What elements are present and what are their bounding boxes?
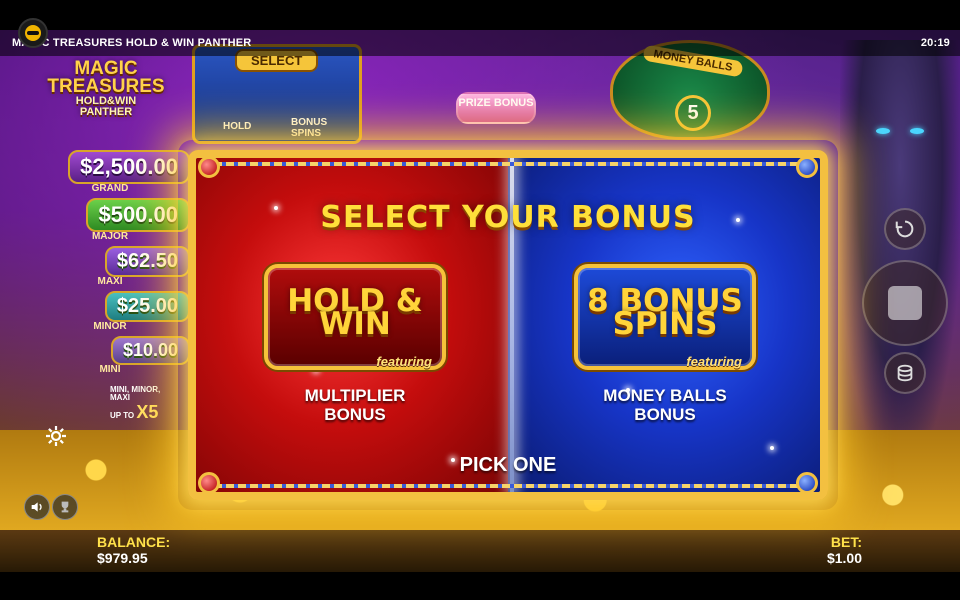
desc-line1: MULTIPLIER [304, 386, 406, 405]
chest-hold-label: HOLD [223, 121, 252, 132]
panther-eye-icon [910, 128, 924, 134]
multiplier-note-upto: UP TO [110, 410, 135, 420]
jackpot-grand: $2,500.00 GRAND [30, 150, 190, 194]
provider-logo [18, 18, 48, 48]
chest-bonus-label: BONUS SPINS [291, 117, 328, 139]
gear-icon [46, 426, 66, 446]
jackpot-label: MINOR [93, 321, 127, 332]
spin-stop-icon [888, 286, 922, 320]
balance-display: BALANCE: $979.95 [97, 534, 170, 566]
settings-button[interactable] [44, 424, 70, 450]
choice-label-line2: WIN [319, 306, 391, 342]
prize-bonus-badge: PRIZE BONUS [456, 92, 536, 124]
balance-value: $979.95 [97, 550, 148, 566]
hold-and-win-description: MULTIPLIER BONUS [264, 386, 446, 424]
sound-button[interactable] [24, 494, 50, 520]
money-balls-count: 5 [675, 95, 711, 131]
bonus-spins-description: MONEY BALLS BONUS [574, 386, 756, 424]
multiplier-note-tiers: MINI, MINOR, MAXI [110, 385, 161, 403]
desc-line2: BONUS [634, 405, 696, 424]
jackpot-label: MAJOR [91, 231, 129, 242]
featuring-label: featuring [376, 354, 432, 369]
modal-title: SELECT YOUR BONUS [320, 200, 696, 235]
jackpot-value: $2,500.00 [68, 150, 190, 184]
autoplay-button[interactable] [884, 208, 926, 250]
jackpot-label: MAXI [97, 276, 123, 287]
clock: 20:19 [920, 37, 950, 49]
game-logo: MAGIC TREASURES HOLD&WIN PANTHER [36, 59, 176, 118]
modal-border-bottom [202, 484, 814, 488]
speaker-icon [31, 502, 42, 512]
game-scene: MAGIC TREASURES HOLD & WIN PANTHER 20:19… [0, 0, 960, 600]
logo-line-4: PANTHER [79, 105, 133, 118]
jackpot-value: $500.00 [86, 198, 190, 232]
logo-line-3: HOLD&WIN [75, 95, 137, 108]
bet-button[interactable] [884, 352, 926, 394]
corner-gem-icon [796, 158, 818, 178]
balance-label: BALANCE: [97, 534, 171, 550]
autoplay-icon [895, 220, 914, 238]
jackpot-mini: $10.00 MINI [30, 336, 190, 375]
desc-line2: BONUS [324, 405, 386, 424]
bottom-bar: BALANCE: $979.95 BET: $1.00 [0, 530, 960, 572]
jackpot-minor: $25.00 MINOR [30, 291, 190, 332]
bet-label: BET: [830, 534, 862, 550]
coin-stack-icon [897, 364, 913, 382]
jackpot-label: GRAND [91, 183, 129, 194]
jackpot-maxi: $62.50 MAXI [30, 246, 190, 287]
hold-and-win-button[interactable]: HOLD & WIN featuring [264, 264, 446, 370]
jackpot-label: MINI [99, 364, 121, 375]
choice-label-line2: SPINS [612, 306, 718, 342]
masked-face-icon [25, 25, 41, 41]
bottom-strip [0, 572, 960, 600]
panther-character [840, 40, 960, 460]
panther-eye-icon [876, 128, 890, 134]
trophy-button[interactable] [52, 494, 78, 520]
featuring-label: featuring [686, 354, 742, 369]
bonus-selection-modal: SELECT YOUR BONUS HOLD & WIN featuring M… [188, 150, 828, 500]
status-strip [0, 0, 960, 30]
game-title: MAGIC TREASURES HOLD & WIN PANTHER [12, 37, 252, 49]
bet-value: $1.00 [826, 550, 862, 566]
pick-one-prompt: PICK ONE [459, 454, 557, 476]
bet-display: BET: $1.00 [827, 534, 862, 566]
spin-button[interactable] [862, 260, 948, 346]
desc-line1: MONEY BALLS [603, 386, 727, 405]
jackpot-ladder: $2,500.00 GRAND $500.00 MAJOR $62.50 MAX… [30, 150, 190, 379]
jackpot-major: $500.00 MAJOR [30, 198, 190, 242]
modal-border-top [202, 162, 814, 166]
multiplier-value: X5 [136, 401, 159, 422]
sparkle-icon [770, 446, 774, 450]
top-bar: MAGIC TREASURES HOLD & WIN PANTHER 20:19 [0, 30, 960, 56]
logo-line-2: TREASURES [47, 76, 165, 98]
multiplier-note: MINI, MINOR, MAXI UP TO X5 [110, 385, 180, 422]
bonus-spins-button[interactable]: 8 BONUS SPINS featuring [574, 264, 756, 370]
trophy-icon [61, 501, 69, 513]
bonus-chest: SELECT HOLD BONUS SPINS [192, 44, 362, 144]
corner-gem-icon [198, 158, 220, 178]
